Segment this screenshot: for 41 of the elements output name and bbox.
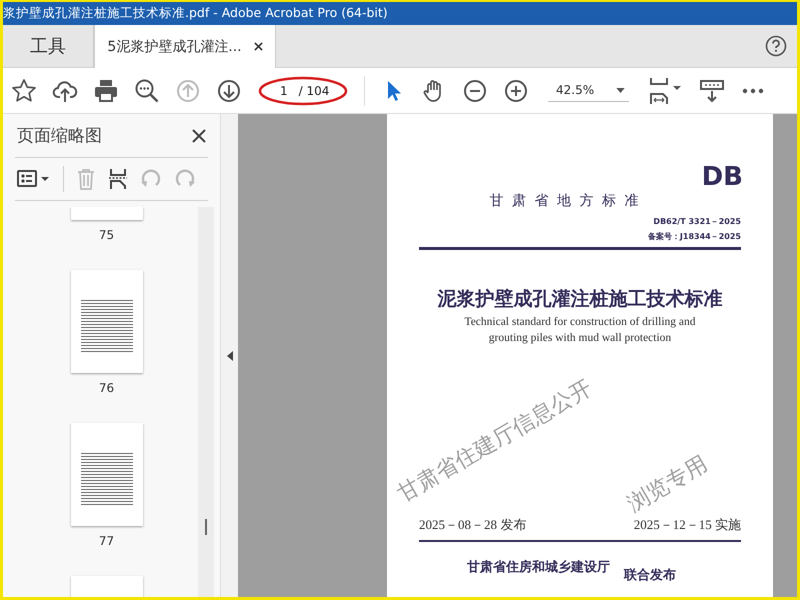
zoom-out-icon[interactable]: [462, 78, 488, 104]
joint-release: 联合发布: [624, 567, 676, 584]
watermark-text: 浏览专用: [622, 450, 714, 519]
extract-page-icon[interactable]: [108, 168, 128, 190]
record-number: 备案号：J18344－2025: [648, 231, 741, 242]
page-thumbnail[interactable]: [70, 207, 142, 220]
standard-mark: DB: [702, 164, 743, 190]
zoom-in-icon[interactable]: [503, 78, 529, 104]
page-number-field[interactable]: 1: [277, 82, 291, 98]
standard-code: DB62/T 3321－2025: [653, 216, 741, 227]
page-thumbnail[interactable]: [70, 423, 142, 526]
page-number-label: 75: [98, 228, 114, 242]
page-number-label: 77: [98, 534, 114, 548]
help-icon[interactable]: [765, 35, 787, 57]
english-title: Technical standard for construction of drilling and: [464, 316, 696, 328]
zoom-dropdown[interactable]: 42.5%: [548, 79, 630, 102]
zoom-search-icon[interactable]: [134, 78, 160, 104]
page-thumbnail[interactable]: [70, 270, 142, 373]
english-title: grouting piles with mud wall protection: [488, 332, 672, 344]
issue-date: 2025－08－28 发布: [419, 516, 526, 534]
document-title: 泥浆护壁成孔灌注桩施工技术标准: [438, 287, 722, 312]
print-icon[interactable]: [93, 78, 119, 104]
scrollbar-thumb[interactable]: [205, 519, 207, 535]
close-icon[interactable]: [254, 42, 263, 51]
page-number-label: 76: [98, 381, 114, 395]
watermark-text: 甘肃省住建厅信息公开: [392, 374, 598, 509]
collapse-arrow-icon[interactable]: [226, 350, 232, 360]
effective-date: 2025－12－15 实施: [634, 516, 741, 534]
star-icon[interactable]: [11, 78, 37, 104]
issuer: 甘肃省住房和城乡建设厅: [467, 558, 610, 576]
close-icon[interactable]: [192, 128, 206, 142]
tab[interactable]: 5泥浆护壁成孔灌注...: [94, 25, 276, 68]
panel-title: 页面缩略图: [17, 125, 102, 147]
standard-category: 甘 肃 省 地 方 标 准: [490, 192, 640, 210]
caret-icon: [616, 88, 626, 92]
options-menu-icon[interactable]: [17, 169, 51, 189]
window-title: 浆护壁成孔灌注桩施工技术标准.pdf - Adobe Acrobat Pro (64-bit): [3, 5, 388, 22]
scrollbar-track[interactable]: [198, 207, 214, 597]
keyboard-icon[interactable]: [699, 78, 726, 104]
page-total: / 104: [298, 82, 330, 98]
arrow-down-icon[interactable]: [216, 78, 242, 104]
